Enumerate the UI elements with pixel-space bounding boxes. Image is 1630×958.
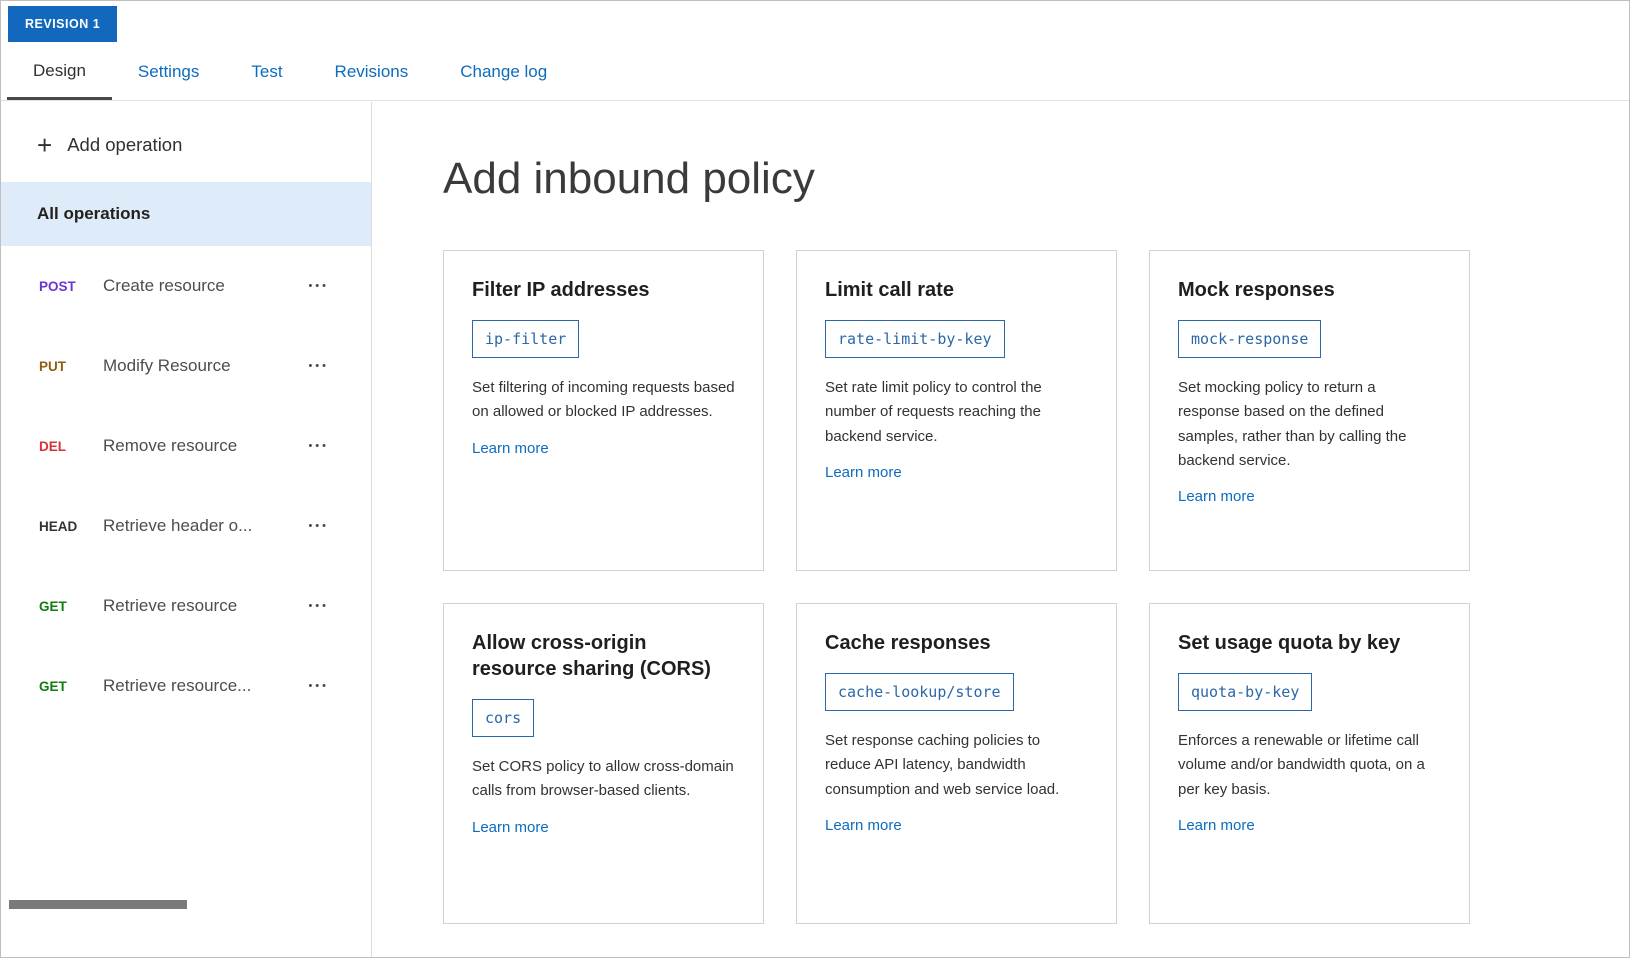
policy-card-title: Mock responses <box>1178 277 1441 303</box>
more-options-icon[interactable]: ••• <box>308 440 329 452</box>
policy-card-grid: Filter IP addresses ip-filter Set filter… <box>443 250 1629 924</box>
sidebar-horizontal-scrollbar[interactable] <box>9 900 187 909</box>
tab-settings[interactable]: Settings <box>138 44 199 100</box>
learn-more-link[interactable]: Learn more <box>1178 817 1255 834</box>
operation-method: GET <box>39 599 103 614</box>
policy-card-description: Enforces a renewable or lifetime call vo… <box>1178 729 1441 802</box>
operation-name: Remove resource <box>103 436 308 456</box>
policy-code-chip[interactable]: cache-lookup/store <box>825 673 1014 711</box>
operation-method: DEL <box>39 439 103 454</box>
page-title: Add inbound policy <box>443 154 1629 204</box>
plus-icon: + <box>37 135 52 155</box>
policy-card-description: Set CORS policy to allow cross-domain ca… <box>472 755 735 804</box>
policy-card-cache[interactable]: Cache responses cache-lookup/store Set r… <box>796 603 1117 924</box>
learn-more-link[interactable]: Learn more <box>1178 488 1255 505</box>
policy-card-title: Allow cross-origin resource sharing (COR… <box>472 630 735 682</box>
operation-row-retrieve-resource[interactable]: GET Retrieve resource ••• <box>1 566 371 646</box>
more-options-icon[interactable]: ••• <box>308 520 329 532</box>
tab-design[interactable]: Design <box>7 44 112 100</box>
policy-card-title: Limit call rate <box>825 277 1088 303</box>
add-operation-label: Add operation <box>67 134 182 156</box>
operation-name: Modify Resource <box>103 356 308 376</box>
more-options-icon[interactable]: ••• <box>308 360 329 372</box>
policy-code-chip[interactable]: cors <box>472 699 534 737</box>
operation-method: GET <box>39 679 103 694</box>
operations-sidebar: + Add operation All operations POST Crea… <box>1 102 372 957</box>
sidebar-item-all-operations[interactable]: All operations <box>1 182 371 246</box>
more-options-icon[interactable]: ••• <box>308 600 329 612</box>
policy-code-chip[interactable]: mock-response <box>1178 320 1321 358</box>
main-content: Add inbound policy Filter IP addresses i… <box>373 102 1629 957</box>
policy-code-chip[interactable]: rate-limit-by-key <box>825 320 1005 358</box>
operation-row-retrieve-header[interactable]: HEAD Retrieve header o... ••• <box>1 486 371 566</box>
tab-test[interactable]: Test <box>251 44 282 100</box>
learn-more-link[interactable]: Learn more <box>825 817 902 834</box>
policy-card-rate-limit[interactable]: Limit call rate rate-limit-by-key Set ra… <box>796 250 1117 571</box>
operation-name: Retrieve resource... <box>103 676 308 696</box>
policy-card-description: Set rate limit policy to control the num… <box>825 376 1088 449</box>
learn-more-link[interactable]: Learn more <box>825 464 902 481</box>
policy-card-title: Set usage quota by key <box>1178 630 1441 656</box>
operation-method: HEAD <box>39 519 103 534</box>
policy-card-quota[interactable]: Set usage quota by key quota-by-key Enfo… <box>1149 603 1470 924</box>
policy-code-chip[interactable]: ip-filter <box>472 320 579 358</box>
operation-name: Retrieve header o... <box>103 516 308 536</box>
policy-card-description: Set response caching policies to reduce … <box>825 729 1088 802</box>
revision-badge: REVISION 1 <box>8 6 117 42</box>
operation-row-modify-resource[interactable]: PUT Modify Resource ••• <box>1 326 371 406</box>
learn-more-link[interactable]: Learn more <box>472 440 549 457</box>
more-options-icon[interactable]: ••• <box>308 680 329 692</box>
policy-card-description: Set mocking policy to return a response … <box>1178 376 1441 473</box>
policy-card-mock-response[interactable]: Mock responses mock-response Set mocking… <box>1149 250 1470 571</box>
add-operation-button[interactable]: + Add operation <box>1 102 371 182</box>
policy-card-ip-filter[interactable]: Filter IP addresses ip-filter Set filter… <box>443 250 764 571</box>
operation-method: POST <box>39 279 103 294</box>
policy-card-description: Set filtering of incoming requests based… <box>472 376 735 425</box>
operation-method: PUT <box>39 359 103 374</box>
learn-more-link[interactable]: Learn more <box>472 819 549 836</box>
operation-row-create-resource[interactable]: POST Create resource ••• <box>1 246 371 326</box>
apim-design-page: REVISION 1 Design Settings Test Revision… <box>0 0 1630 958</box>
operation-name: Create resource <box>103 276 308 296</box>
tab-change-log[interactable]: Change log <box>460 44 547 100</box>
policy-card-cors[interactable]: Allow cross-origin resource sharing (COR… <box>443 603 764 924</box>
more-options-icon[interactable]: ••• <box>308 280 329 292</box>
policy-card-title: Filter IP addresses <box>472 277 735 303</box>
policy-code-chip[interactable]: quota-by-key <box>1178 673 1312 711</box>
policy-card-title: Cache responses <box>825 630 1088 656</box>
tab-bar: Design Settings Test Revisions Change lo… <box>1 44 1629 101</box>
operation-row-remove-resource[interactable]: DEL Remove resource ••• <box>1 406 371 486</box>
operation-name: Retrieve resource <box>103 596 308 616</box>
tab-revisions[interactable]: Revisions <box>335 44 409 100</box>
operation-row-retrieve-resource-2[interactable]: GET Retrieve resource... ••• <box>1 646 371 726</box>
